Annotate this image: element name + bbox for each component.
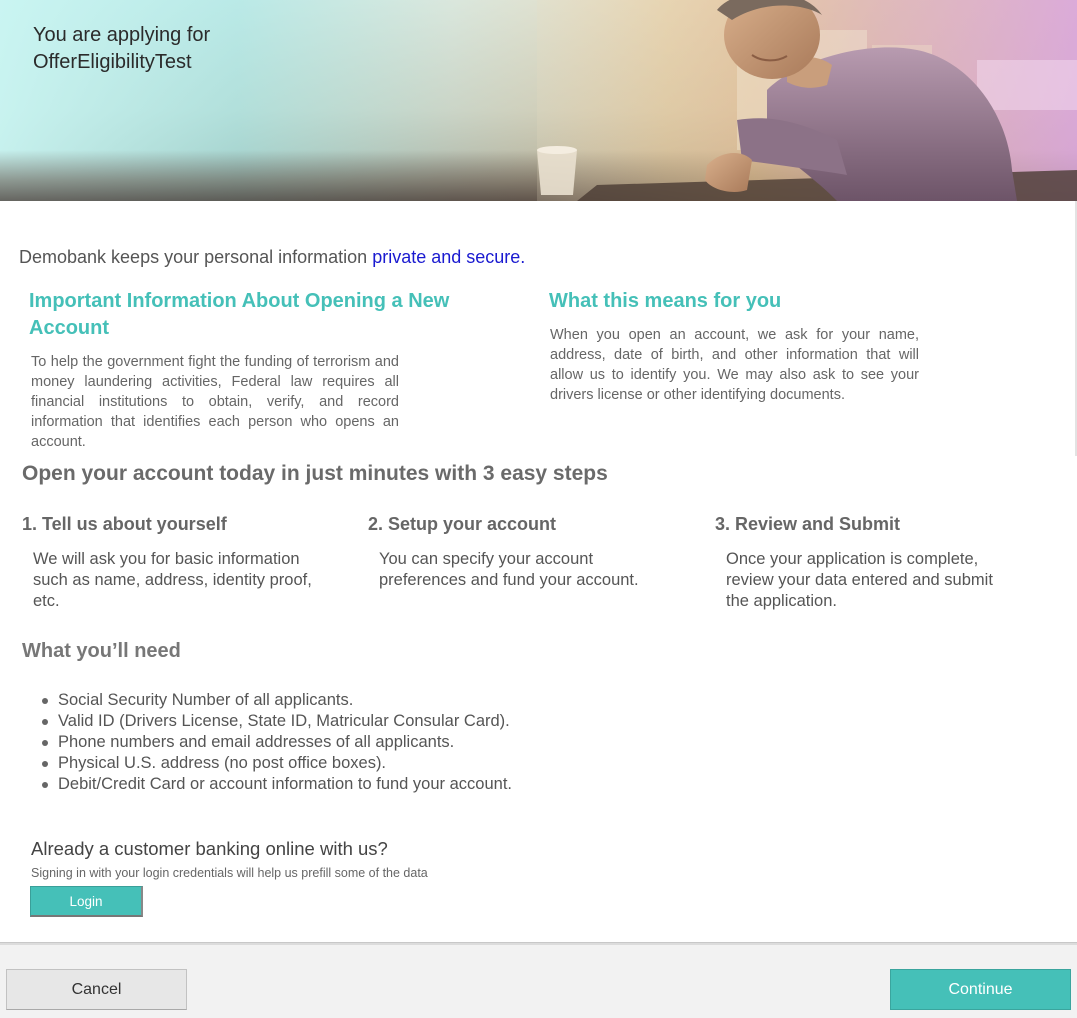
privacy-link[interactable]: private and secure — [372, 247, 520, 267]
hero-banner: You are applying for OfferEligibilityTes… — [0, 0, 1077, 201]
step-3-body: Once your application is complete, revie… — [726, 550, 993, 610]
step-3-title: 3. Review and Submit — [715, 514, 901, 534]
existing-customer-heading: Already a customer banking online with u… — [31, 838, 388, 859]
hero-title-line1: You are applying for — [33, 24, 211, 46]
continue-button[interactable]: Continue — [890, 969, 1071, 1010]
important-info-title: Important Information About Opening a Ne… — [29, 290, 450, 339]
requirement-item: Valid ID (Drivers License, State ID, Mat… — [40, 711, 512, 732]
hero-photo — [537, 0, 1077, 201]
what-this-means-title: What this means for you — [549, 290, 782, 312]
privacy-text: Demobank keeps your personal information — [19, 247, 373, 267]
login-button[interactable]: Login — [30, 886, 143, 917]
existing-customer-subtext: Signing in with your login credentials w… — [31, 866, 428, 880]
privacy-suffix: . — [520, 247, 526, 267]
step-2-title: 2. Setup your account — [368, 514, 557, 534]
step-1-title: 1. Tell us about yourself — [22, 514, 227, 534]
requirements-heading: What you’ll need — [22, 640, 181, 662]
what-this-means-body: When you open an account, we ask for you… — [550, 327, 919, 403]
cancel-button[interactable]: Cancel — [6, 969, 187, 1010]
important-info-body: To help the government fight the funding… — [31, 354, 399, 450]
hero-title-line2: OfferEligibilityTest — [33, 51, 192, 73]
privacy-statement: Demobank keeps your personal information… — [19, 247, 525, 268]
requirement-item: Phone numbers and email addresses of all… — [40, 732, 512, 753]
footer-divider — [0, 943, 1077, 945]
step-2-body: You can specify your account preferences… — [379, 550, 639, 589]
requirement-item: Social Security Number of all applicants… — [40, 690, 512, 711]
step-1-body: We will ask you for basic information su… — [33, 550, 312, 610]
requirement-item: Physical U.S. address (no post office bo… — [40, 753, 512, 774]
hero-title: You are applying for OfferEligibilityTes… — [33, 22, 210, 76]
requirements-list: Social Security Number of all applicants… — [40, 690, 512, 795]
steps-heading: Open your account today in just minutes … — [22, 462, 608, 485]
requirement-item: Debit/Credit Card or account information… — [40, 774, 512, 795]
